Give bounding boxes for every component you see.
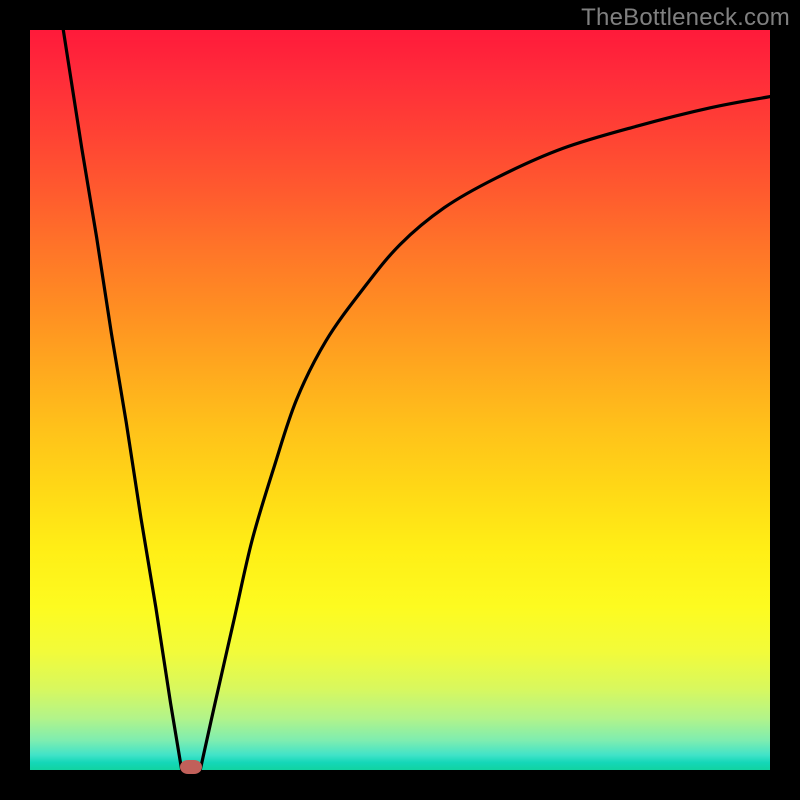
bottleneck-curve [30, 30, 770, 770]
curve-path [63, 30, 770, 770]
plot-area [30, 30, 770, 770]
minimum-marker [180, 760, 202, 774]
chart-frame: TheBottleneck.com [0, 0, 800, 800]
watermark-text: TheBottleneck.com [581, 4, 790, 32]
